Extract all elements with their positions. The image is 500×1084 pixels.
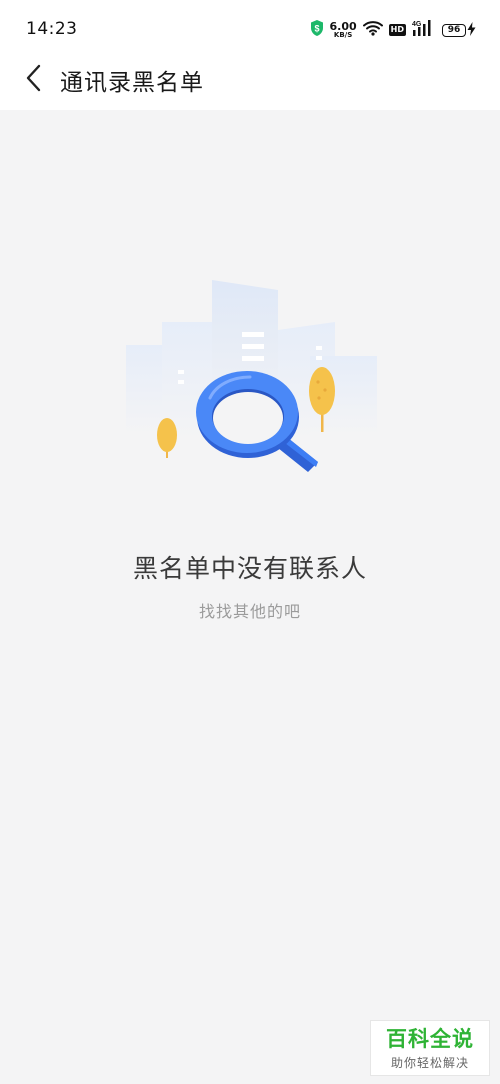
watermark-subtitle: 助你轻松解决 <box>390 1056 469 1070</box>
svg-text:$: $ <box>314 24 319 34</box>
watermark-title: 百科全说 <box>386 1027 474 1051</box>
svg-text:4G: 4G <box>412 21 422 28</box>
page-title: 通讯录黑名单 <box>60 70 204 96</box>
empty-state-title: 黑名单中没有联系人 <box>132 554 367 583</box>
status-bar: 14:23 $ 6.00 KB/S HD 4G 96 <box>0 0 500 58</box>
back-button[interactable] <box>14 60 54 100</box>
wifi-icon <box>362 20 383 40</box>
navigation-bar: 通讯录黑名单 <box>0 58 500 110</box>
battery-level: 96 <box>442 23 466 37</box>
chevron-left-icon <box>24 63 44 97</box>
empty-state-illustration <box>120 270 382 492</box>
network-speed: 6.00 KB/S <box>329 20 357 39</box>
signal-icon: 4G <box>412 19 436 41</box>
charging-bolt-icon <box>467 21 476 40</box>
security-shield-icon: $ <box>310 19 324 41</box>
empty-state-subtitle: 找找其他的吧 <box>198 602 301 621</box>
status-icons: $ 6.00 KB/S HD 4G 96 <box>310 18 476 42</box>
status-time: 14:23 <box>26 19 78 39</box>
watermark-logo: 百科全说 助你轻松解决 <box>370 1020 490 1076</box>
hd-badge: HD <box>388 24 406 36</box>
battery-indicator: 96 <box>442 21 476 40</box>
